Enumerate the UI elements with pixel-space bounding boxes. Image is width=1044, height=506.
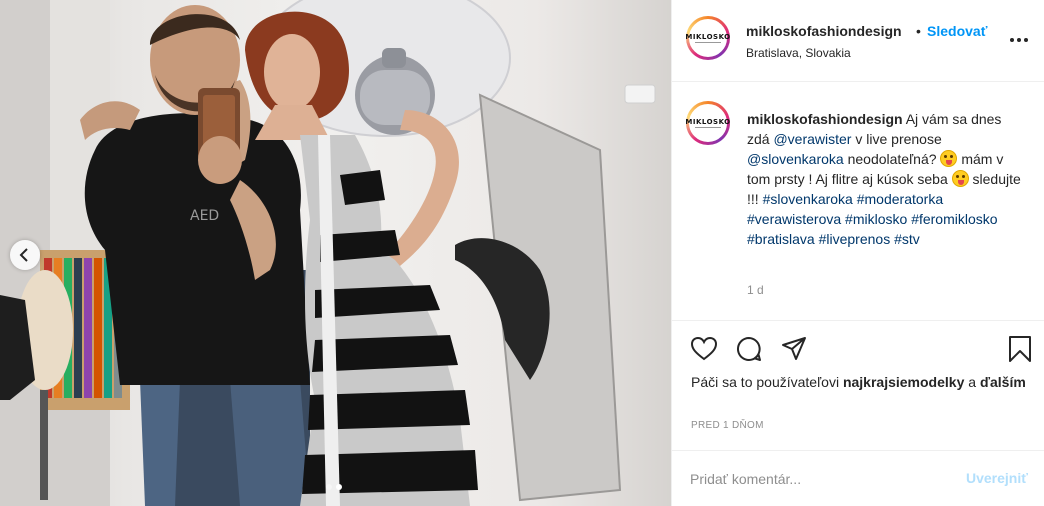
location-link[interactable]: Bratislava, Slovakia <box>746 46 851 60</box>
selfie-photo: AED <box>0 0 656 506</box>
svg-text:AED: AED <box>190 208 219 224</box>
hashtag-link[interactable]: #miklosko <box>845 211 907 227</box>
speech-bubble-icon[interactable] <box>735 335 763 363</box>
hashtag-link[interactable]: #feromiklosko <box>911 211 997 227</box>
separator-dot: • <box>916 23 921 39</box>
hashtag-link[interactable]: #verawisterova <box>747 211 841 227</box>
caption-avatar[interactable]: MIKLOSKO <box>685 101 731 145</box>
caption-timestamp[interactable]: 1 d <box>747 283 764 297</box>
liker-username-link[interactable]: najkrajsiemodelky <box>843 374 964 390</box>
comment-bar: Uverejniť <box>672 450 1044 506</box>
carousel-prev-button[interactable] <box>10 240 40 270</box>
bookmark-icon[interactable] <box>1006 335 1034 363</box>
carousel-dot <box>326 484 332 490</box>
hashtag-link[interactable]: #slovenkaroka <box>763 191 853 207</box>
tongue-face-emoji-icon <box>951 170 969 187</box>
mention-link[interactable]: @verawister <box>773 131 851 147</box>
likes-others-link[interactable]: ďalším <box>980 374 1026 390</box>
heart-icon[interactable] <box>690 335 718 363</box>
caption-section: MIKLOSKO mikloskofashiondesign Aj vám sa… <box>672 83 1044 320</box>
post-timestamp[interactable]: PRED 1 DŇOM <box>691 420 764 431</box>
avatar-brand-text: MIKLOSKO <box>685 32 731 41</box>
username-link[interactable]: mikloskofashiondesign <box>746 23 902 39</box>
likes-summary: Páči sa to používateľovi najkrajsiemodel… <box>691 374 1026 390</box>
hashtag-link[interactable]: #stv <box>894 231 920 247</box>
post-sidebar: MIKLOSKO mikloskofashiondesign • Sledova… <box>671 0 1044 506</box>
mention-link[interactable]: @slovenkaroka <box>747 151 844 167</box>
ellipsis-icon <box>1010 38 1014 42</box>
post-caption: mikloskofashiondesign Aj vám sa dnes zdá… <box>747 111 1021 247</box>
caption-username[interactable]: mikloskofashiondesign <box>747 111 903 127</box>
post-header: MIKLOSKO mikloskofashiondesign • Sledova… <box>672 0 1044 82</box>
hashtag-link[interactable]: #moderatorka <box>857 191 943 207</box>
paper-plane-icon[interactable] <box>780 335 808 363</box>
post-image[interactable]: AED <box>0 0 671 506</box>
avatar[interactable]: MIKLOSKO <box>685 16 731 60</box>
follow-button[interactable]: Sledovať <box>927 23 987 39</box>
tongue-face-emoji-icon <box>940 150 958 167</box>
carousel-indicator <box>326 484 342 490</box>
more-options-button[interactable] <box>1010 32 1034 48</box>
avatar-brand-text: MIKLOSKO <box>685 117 731 126</box>
hashtag-link[interactable]: #bratislava <box>747 231 815 247</box>
publish-button[interactable]: Uverejniť <box>966 470 1028 486</box>
carousel-dot-active <box>336 484 342 490</box>
chevron-left-icon <box>19 248 28 262</box>
comment-input[interactable] <box>690 465 950 493</box>
action-bar <box>672 320 1044 378</box>
hashtag-link[interactable]: #liveprenos <box>819 231 891 247</box>
